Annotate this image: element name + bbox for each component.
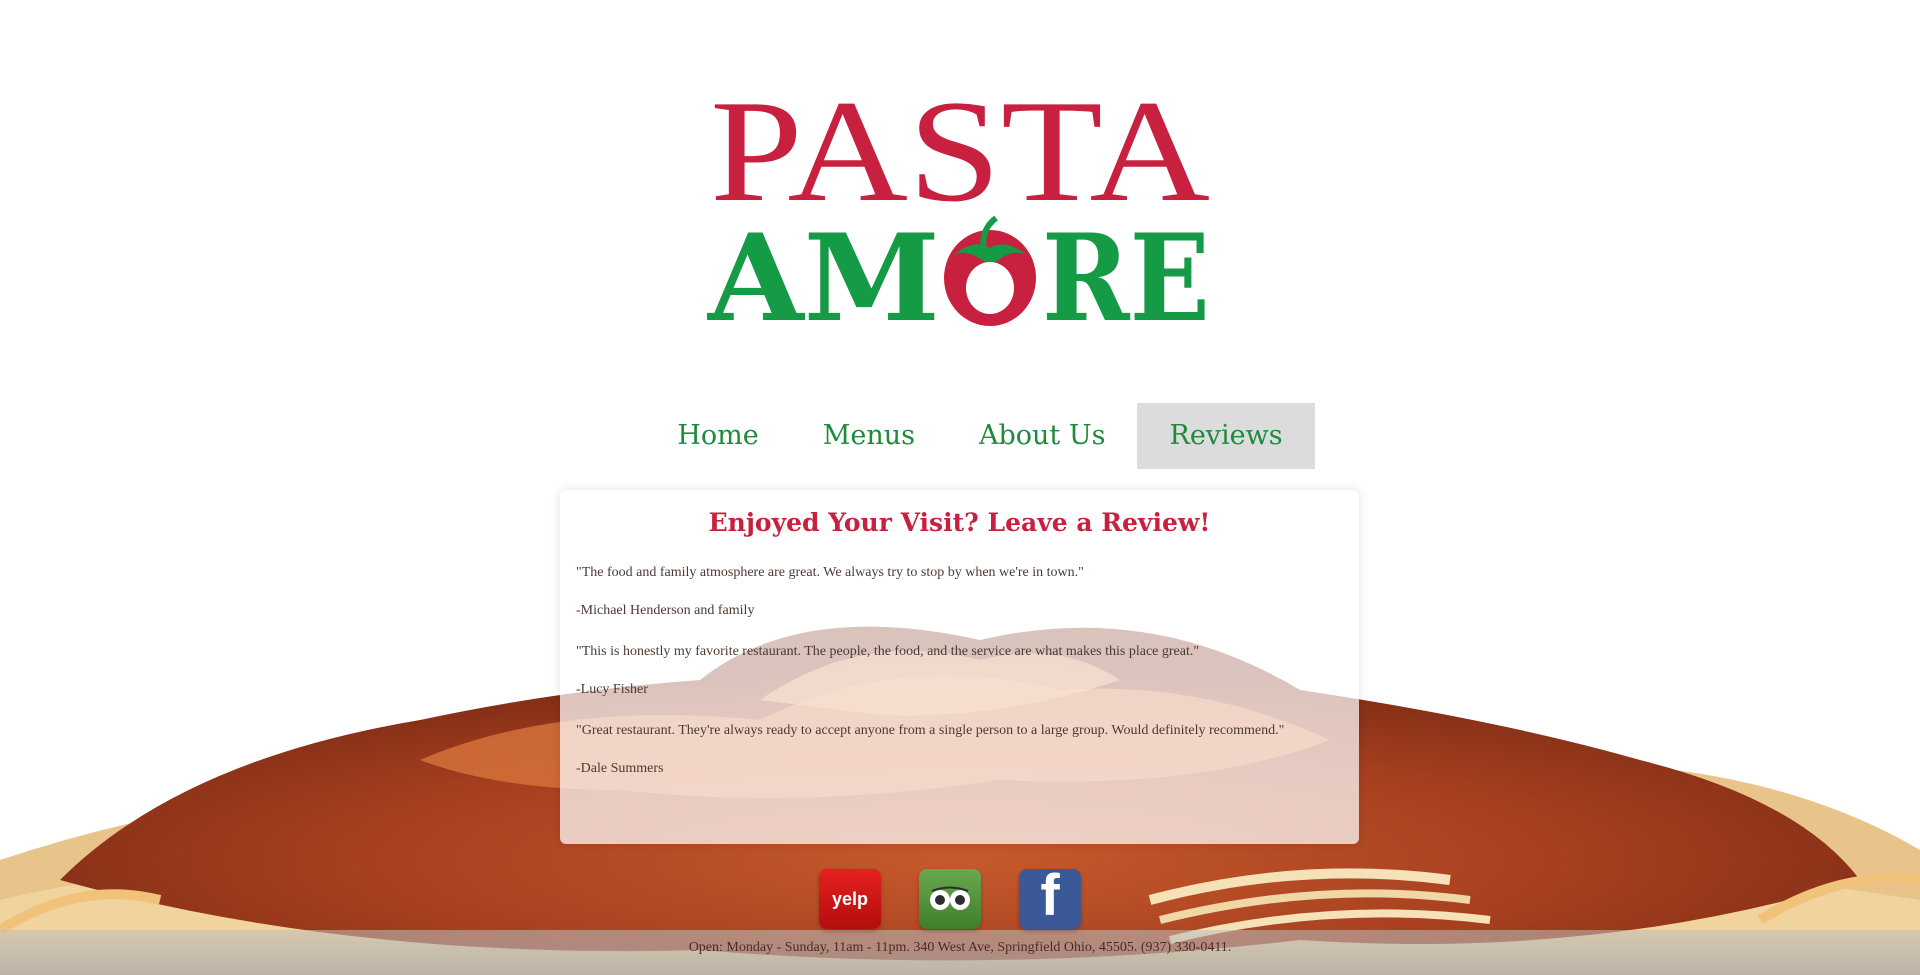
owl-eyes-icon: [930, 886, 970, 910]
review-author: -Lucy Fisher: [576, 682, 648, 697]
review-quote: "Great restaurant. They're always ready …: [576, 723, 1285, 738]
reviews-card: Enjoyed Your Visit? Leave a Review! "The…: [560, 490, 1359, 844]
review-quote: "This is honestly my favorite restaurant…: [576, 644, 1200, 659]
review-item: "Great restaurant. They're always ready …: [576, 721, 1343, 778]
social-links: yelp f: [819, 863, 1081, 929]
tripadvisor-icon[interactable]: [919, 869, 981, 929]
reviews-title: Enjoyed Your Visit? Leave a Review!: [708, 508, 1211, 537]
footer-info: Open: Monday - Sunday, 11am - 11pm. 340 …: [688, 940, 1232, 955]
yelp-icon-text: yelp: [831, 888, 869, 909]
logo-amore-left-text: AM: [707, 208, 940, 330]
review-item: "This is honestly my favorite restaurant…: [576, 642, 1343, 699]
nav-reviews[interactable]: Reviews: [1137, 403, 1315, 469]
yelp-icon[interactable]: yelp: [819, 869, 881, 929]
nav-home[interactable]: Home: [645, 403, 790, 469]
review-item: "The food and family atmosphere are grea…: [576, 563, 1343, 620]
logo-amore-right-text: RE: [1042, 208, 1210, 330]
pasta-amore-logo: PASTA AM RE: [707, 70, 1210, 330]
facebook-icon[interactable]: f: [1019, 863, 1081, 929]
main-nav: Home Menus About Us Reviews: [0, 403, 1920, 469]
review-author: -Michael Henderson and family: [576, 603, 755, 618]
nav-about-us[interactable]: About Us: [947, 403, 1137, 469]
review-author: -Dale Summers: [576, 761, 664, 776]
facebook-icon-text: f: [1040, 863, 1060, 928]
tomato-icon: [944, 215, 1036, 326]
review-quote: "The food and family atmosphere are grea…: [576, 565, 1084, 580]
nav-menus[interactable]: Menus: [791, 403, 947, 469]
